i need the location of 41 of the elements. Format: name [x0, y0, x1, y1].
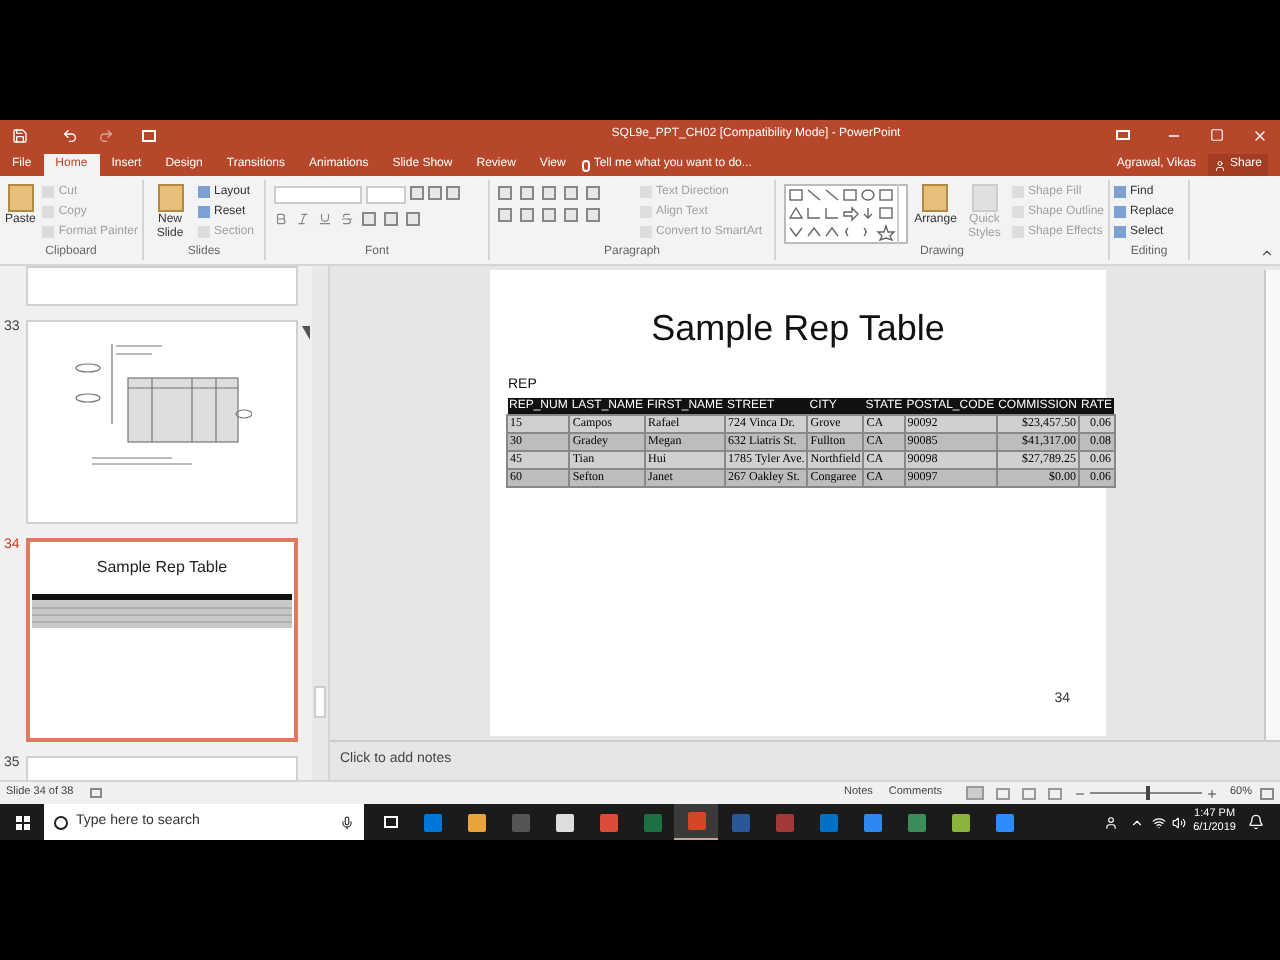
- reading-view-icon[interactable]: [1021, 787, 1036, 799]
- collapse-ribbon-icon[interactable]: [1260, 246, 1274, 260]
- scrollbar[interactable]: [1264, 270, 1280, 740]
- volume-icon[interactable]: [1171, 815, 1186, 829]
- underline-icon[interactable]: [318, 212, 332, 226]
- slide-thumbnail[interactable]: [26, 320, 298, 524]
- network-icon[interactable]: [1151, 815, 1166, 829]
- close-icon[interactable]: [1252, 127, 1268, 143]
- zoom-out-icon[interactable]: [1073, 787, 1086, 799]
- search-icon: [54, 815, 68, 829]
- chevron-icon[interactable]: [1129, 815, 1144, 829]
- scrollbar[interactable]: [312, 266, 328, 780]
- microphone-icon[interactable]: [340, 815, 354, 829]
- notification-icon[interactable]: [1248, 814, 1264, 830]
- fit-slide-icon[interactable]: [1260, 787, 1274, 799]
- present-icon[interactable]: [142, 129, 156, 141]
- ribbon-display-icon[interactable]: [1116, 130, 1130, 140]
- strikethrough-icon[interactable]: [340, 212, 354, 226]
- scroll-thumb[interactable]: [314, 686, 326, 718]
- restore-icon[interactable]: [1210, 128, 1224, 142]
- slide-thumbnail[interactable]: Sample Rep Table: [26, 538, 298, 742]
- zoom-thumb[interactable]: [1145, 786, 1150, 800]
- task-view-icon[interactable]: [384, 816, 398, 828]
- save-icon[interactable]: [12, 127, 28, 143]
- normal-view-icon[interactable]: [965, 786, 984, 800]
- slide-sorter-icon[interactable]: [995, 787, 1010, 799]
- spelling-icon[interactable]: [89, 788, 102, 798]
- shapes-gallery-drawing[interactable]: [784, 184, 908, 244]
- undo-icon[interactable]: [62, 127, 78, 143]
- font-name-field[interactable]: [274, 186, 362, 204]
- slide-thumbnail[interactable]: [26, 266, 298, 306]
- cursor-icon: [302, 326, 310, 340]
- person-icon: [1213, 159, 1226, 171]
- slide-title: Sample Rep Table: [649, 306, 947, 350]
- slideshow-icon[interactable]: [1047, 787, 1062, 799]
- zoom-in-icon[interactable]: [1205, 787, 1218, 799]
- font-size-field[interactable]: [366, 186, 406, 204]
- thumbnail-title: Sample Rep Table: [96, 558, 228, 578]
- italic-icon[interactable]: [296, 212, 310, 226]
- people-icon[interactable]: [1103, 815, 1118, 829]
- bold-icon[interactable]: [274, 212, 288, 226]
